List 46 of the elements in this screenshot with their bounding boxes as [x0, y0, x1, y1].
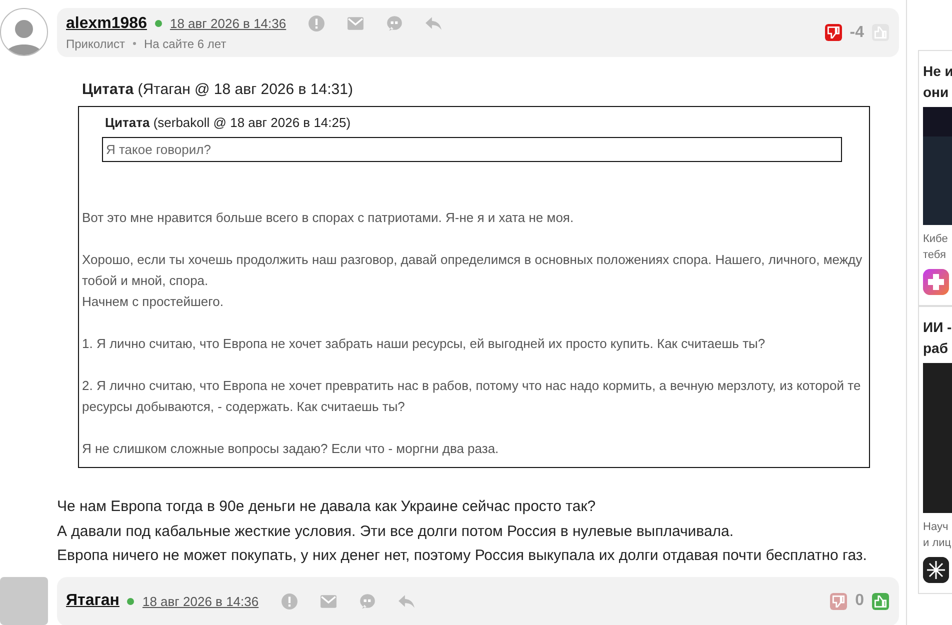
photo-placeholder[interactable] [923, 363, 952, 513]
comment-text: А давали под кабальные жесткие условия. Эти все долги потом Россия в нулевые выплачивала. [57, 522, 735, 542]
ad-card[interactable]: ИИ - раб Науч и лиц [918, 306, 952, 594]
thumbs-up-icon[interactable] [872, 592, 889, 610]
reply-icon[interactable] [398, 592, 415, 610]
comment-text: Европа ничего не может покупать, у них денег нет, поэтому Россия выкупала их долги отдавая почти бесплатно газ. [57, 546, 868, 566]
ad-description: Науч [923, 520, 950, 535]
avatar-icon[interactable] [0, 8, 48, 56]
quote-title: Цитата (Ятаган @ 18 авг 2026 в 14:31) [82, 81, 354, 98]
separator-dot [133, 42, 136, 45]
post-date-link[interactable]: 18 авг 2026 в 14:36 [142, 594, 259, 608]
quote-title: Цитата (serbakoll @ 18 авг 2026 в 14:25) [105, 115, 352, 130]
quote-icon[interactable] [358, 592, 376, 610]
quote-paragraph: Начнем с простейшего. [82, 293, 224, 311]
author-link[interactable]: Ятаган [66, 592, 120, 610]
quote-paragraph: 2. Я лично считаю, что Европа не хочет превратить нас в рабов, потому что нас надо кормить, а вечную мерзлоту, из которой те ресурсы добываются, - содержать. Как считаешь ты? [82, 377, 862, 416]
app-icon[interactable] [923, 557, 949, 583]
comment-text: Че нам Европа тогда в 90е деньги не давала как Украине сейчас просто так? [57, 497, 597, 517]
message-icon[interactable] [347, 15, 364, 32]
rating-score: -4 [850, 24, 864, 42]
ad-description: тебя [923, 248, 947, 263]
avatar-photo[interactable] [0, 576, 48, 624]
rating-score: 0 [855, 592, 864, 610]
quote-paragraph: Вот это мне нравится больше всего в спорах с патриотами. Я-не я и хата не моя. [82, 209, 575, 227]
ad-description: и лиц [923, 536, 952, 551]
membership-duration: На сайте 6 лет [144, 36, 226, 50]
quote-paragraph: 1. Я лично считаю, что Европа не хочет забрать наши ресурсы, ей выгодней их просто купить. Как считаешь ты? [82, 335, 766, 353]
user-rank: Приколист [66, 36, 125, 50]
message-icon[interactable] [320, 592, 337, 610]
reply-icon[interactable] [425, 15, 442, 32]
quote-icon[interactable] [386, 15, 404, 32]
ad-title[interactable]: они [923, 82, 952, 103]
thumbs-up-icon[interactable] [872, 24, 889, 41]
author-link[interactable]: alexm1986 [66, 14, 147, 32]
post-date-link[interactable]: 18 авг 2026 в 14:36 [170, 16, 286, 31]
nested-quote-text: Я такое говорил? [102, 137, 842, 162]
ad-description: Кибе [923, 232, 949, 247]
thumbs-down-icon[interactable] [830, 592, 848, 610]
report-icon[interactable] [280, 592, 298, 610]
ad-title[interactable]: раб [923, 338, 952, 359]
quote-paragraph: Я не слишком сложные вопросы задаю? Если что - моргни два раза. [82, 440, 500, 458]
ad-title[interactable]: ИИ - [923, 317, 952, 338]
photo-placeholder[interactable] [923, 107, 952, 225]
report-icon[interactable] [308, 15, 326, 32]
quote-paragraph: Хорошо, если ты хочешь продолжить наш разговор, давай определимся в основных положениях спора. Нашего, личного, между тобой и мной, спора. [82, 251, 864, 290]
thumbs-down-icon[interactable] [824, 24, 842, 41]
